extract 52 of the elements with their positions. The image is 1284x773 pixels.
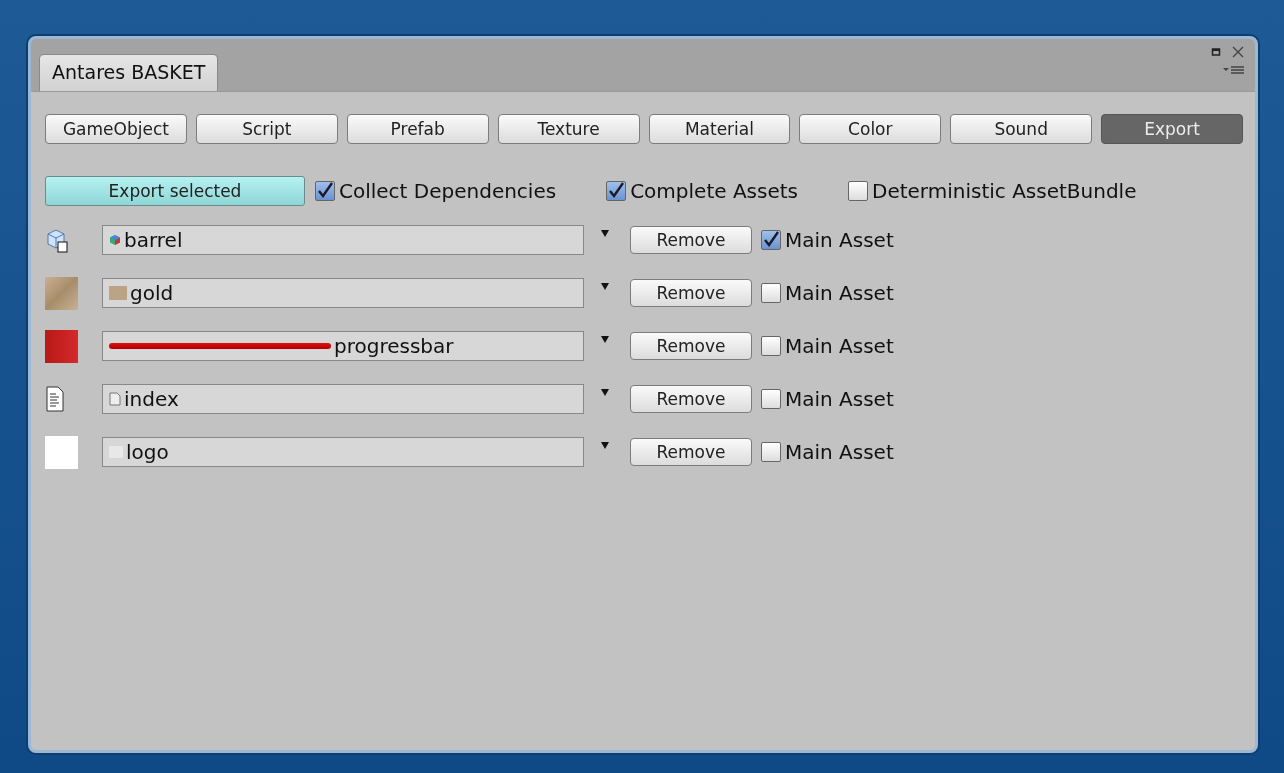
texture-thumbnail — [109, 286, 127, 300]
category-tab[interactable]: Export — [1101, 114, 1243, 144]
main-asset-checkbox[interactable] — [761, 230, 781, 250]
close-icon[interactable] — [1231, 45, 1245, 59]
document-icon — [109, 392, 121, 406]
main-asset-checkbox[interactable] — [761, 283, 781, 303]
cube-icon — [109, 234, 121, 246]
text-document-icon — [45, 386, 65, 412]
remove-button[interactable]: Remove — [630, 332, 752, 360]
main-asset-label: Main Asset — [785, 387, 894, 411]
asset-field[interactable]: index — [102, 384, 584, 414]
option-label: Complete Assets — [630, 179, 798, 203]
dropdown-caret-icon[interactable] — [601, 389, 609, 396]
texture-thumbnail — [45, 329, 78, 363]
category-tab[interactable]: GameObject — [45, 114, 187, 144]
menu-icon[interactable] — [1223, 65, 1245, 75]
remove-button[interactable]: Remove — [630, 279, 752, 307]
dropdown-caret-icon[interactable] — [601, 442, 609, 449]
maximize-icon[interactable] — [1211, 47, 1221, 57]
main-asset-label: Main Asset — [785, 334, 894, 358]
asset-field[interactable]: logo — [102, 437, 584, 467]
dropdown-caret-icon[interactable] — [601, 230, 609, 237]
export-selected-button[interactable]: Export selected — [45, 176, 305, 206]
asset-field[interactable]: progressbar — [102, 331, 584, 361]
main-asset-checkbox[interactable] — [761, 336, 781, 356]
remove-button[interactable]: Remove — [630, 438, 752, 466]
cube-file-icon — [45, 227, 69, 253]
window-tab[interactable]: Antares BASKET — [39, 54, 219, 91]
dropdown-caret-icon[interactable] — [601, 336, 609, 343]
main-asset-label: Main Asset — [785, 228, 894, 252]
category-tab[interactable]: Texture — [497, 114, 640, 144]
dropdown-caret-icon[interactable] — [601, 283, 609, 290]
remove-button[interactable]: Remove — [630, 385, 752, 413]
remove-button[interactable]: Remove — [630, 226, 752, 254]
category-tab[interactable]: Color — [799, 114, 942, 144]
asset-field[interactable]: gold — [102, 278, 584, 308]
texture-thumbnail — [45, 435, 78, 469]
category-tab[interactable]: Material — [648, 114, 791, 144]
checkbox[interactable] — [315, 181, 335, 201]
main-asset-checkbox[interactable] — [761, 442, 781, 462]
main-asset-checkbox[interactable] — [761, 389, 781, 409]
checkbox[interactable] — [848, 181, 868, 201]
category-tab[interactable]: Prefab — [346, 114, 489, 144]
category-tab[interactable]: Script — [195, 114, 338, 144]
checkbox[interactable] — [606, 181, 627, 201]
asset-field[interactable]: barrel — [102, 225, 584, 255]
category-tab[interactable]: Sound — [950, 114, 1093, 144]
main-asset-label: Main Asset — [785, 440, 894, 464]
option-label: Deterministic AssetBundle — [872, 179, 1137, 203]
main-asset-label: Main Asset — [785, 281, 894, 305]
texture-thumbnail — [45, 276, 78, 310]
option-label: Collect Dependencies — [339, 179, 557, 203]
